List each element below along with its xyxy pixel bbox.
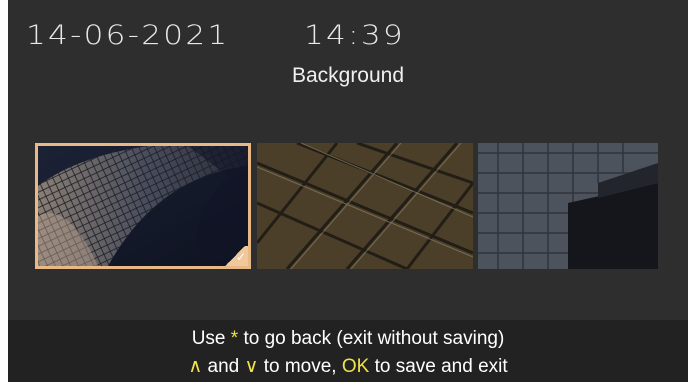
help-line-navigate: ∧ and ∨ to move, OK to save and exit [8, 355, 688, 378]
page-title: Background [291, 64, 405, 87]
background-option-1[interactable]: ✓ [35, 143, 251, 269]
down-arrow-icon: ∨ [244, 356, 259, 377]
selected-check-icon: ✓ [222, 246, 248, 266]
ok-key-label: OK [341, 356, 370, 377]
help-text: and [202, 356, 245, 377]
help-text: to move, [258, 356, 342, 377]
device-screen: 14-06-2021 14:39 Background ✓ Use * to g… [8, 0, 688, 382]
unselected-overlay [478, 143, 658, 269]
help-line-back: Use * to go back (exit without saving) [8, 328, 688, 350]
curved-facade-image [38, 146, 248, 266]
time-display: 14:39 [304, 20, 405, 51]
help-text: Use [191, 328, 231, 349]
date-display: 14-06-2021 [26, 20, 230, 51]
up-arrow-icon: ∧ [188, 356, 203, 377]
background-option-2[interactable] [257, 143, 473, 269]
help-text: to go back (exit without saving) [238, 328, 505, 349]
help-text: to save and exit [369, 356, 508, 377]
unselected-overlay [257, 143, 473, 269]
help-footer: Use * to go back (exit without saving) ∧… [8, 320, 688, 382]
background-option-3[interactable] [478, 143, 658, 269]
